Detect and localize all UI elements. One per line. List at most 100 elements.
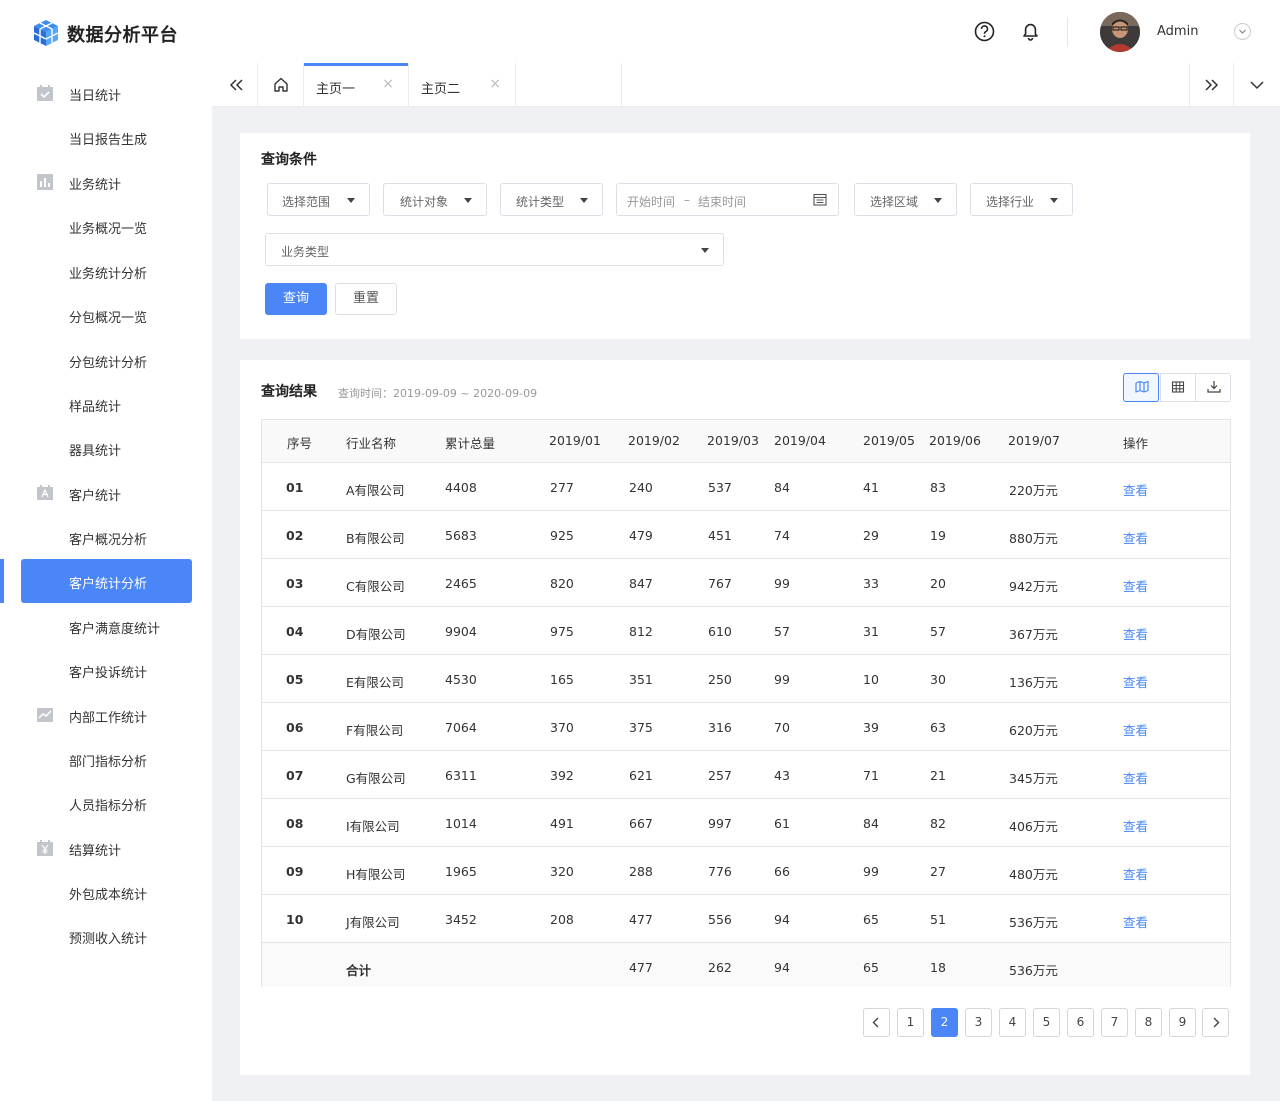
help-icon[interactable]	[974, 21, 995, 42]
sidebar-item-6[interactable]: 分包统计分析	[0, 338, 212, 382]
calendar-check-icon	[37, 85, 53, 101]
view-link[interactable]: 查看	[1123, 864, 1148, 883]
date-range-picker[interactable]: 开始时间 – 结束时间	[616, 183, 839, 216]
table-row: 02 B有限公司 5683 925 479 451 74 29 19 880万元 查看	[262, 511, 1230, 559]
page-button[interactable]: 7	[1101, 1008, 1128, 1037]
sidebar-item-11[interactable]: 客户统计分析	[0, 559, 212, 603]
sidebar-item-1[interactable]: 当日报告生成	[0, 115, 212, 159]
sidebar-group-14[interactable]: 内部工作统计	[0, 693, 212, 737]
table-cell: I有限公司	[346, 819, 400, 834]
start-date-placeholder[interactable]: 开始时间	[627, 193, 675, 210]
table-cell: 537	[708, 480, 732, 495]
target-select[interactable]: 统计对象	[383, 183, 487, 216]
tab-menu-button[interactable]	[1234, 63, 1280, 107]
table-cell: 70	[774, 720, 790, 735]
home-tab[interactable]	[258, 63, 304, 107]
sidebar-item-12[interactable]: 客户满意度统计	[0, 604, 212, 648]
industry-select[interactable]: 选择行业	[970, 183, 1073, 216]
collapse-right-button[interactable]	[1189, 63, 1234, 107]
table-cell: 74	[774, 528, 790, 543]
region-select[interactable]: 选择区域	[854, 183, 957, 216]
table-cell: 392	[550, 768, 574, 783]
table-cell: 06	[286, 720, 304, 735]
view-link[interactable]: 查看	[1123, 816, 1148, 835]
close-icon[interactable]: ×	[382, 76, 394, 92]
prev-page-button[interactable]	[863, 1008, 890, 1037]
view-link[interactable]: 查看	[1123, 912, 1148, 931]
page-button[interactable]: 3	[965, 1008, 992, 1037]
sidebar: 当日统计 当日报告生成 业务统计 业务概况一览 业务统计分析 分包概况一览 分包统计分析 样品…	[0, 63, 212, 1101]
sidebar-item-label: 客户概况分析	[69, 533, 148, 548]
view-link[interactable]: 查看	[1123, 528, 1148, 547]
username[interactable]: Admin	[1157, 24, 1198, 39]
sidebar-item-19[interactable]: 预测收入统计	[0, 914, 212, 958]
sidebar-item-7[interactable]: 样品统计	[0, 382, 212, 426]
sidebar-item-15[interactable]: 部门指标分析	[0, 737, 212, 781]
sidebar-group-17[interactable]: 结算统计	[0, 826, 212, 870]
table-cell: 480万元	[1009, 867, 1058, 882]
view-link[interactable]: 查看	[1123, 480, 1148, 499]
sidebar-item-5[interactable]: 分包概况一览	[0, 293, 212, 337]
table-cell: 316	[708, 720, 732, 735]
download-button[interactable]	[1196, 374, 1232, 401]
table-cell: 536万元	[1009, 915, 1058, 930]
sidebar-item-label: 外包成本统计	[69, 888, 148, 903]
page-button[interactable]: 4	[999, 1008, 1026, 1037]
sidebar-item-4[interactable]: 业务统计分析	[0, 249, 212, 293]
close-icon[interactable]: ×	[489, 76, 501, 92]
stat-type-select[interactable]: 统计类型	[500, 183, 603, 216]
sidebar-item-10[interactable]: 客户概况分析	[0, 515, 212, 559]
table-cell: 345万元	[1009, 771, 1058, 786]
query-panel: 查询条件 选择范围 统计对象 统计类型 开始时间 – 结束时间 选择区域 选择行…	[240, 133, 1250, 339]
view-link[interactable]: 查看	[1123, 720, 1148, 739]
chevron-down-icon	[1250, 81, 1264, 90]
sidebar-item-18[interactable]: 外包成本统计	[0, 870, 212, 914]
result-table: 序号 行业名称 累计总量 2019/01 2019/02 2019/03 2019/04 20…	[261, 419, 1231, 987]
page-button[interactable]: 9	[1169, 1008, 1196, 1037]
avatar[interactable]	[1100, 12, 1140, 52]
table-view-button[interactable]	[1160, 374, 1196, 401]
view-link[interactable]: 查看	[1123, 624, 1148, 643]
map-view-button[interactable]	[1123, 373, 1159, 402]
table-row: 03 C有限公司 2465 820 847 767 99 33 20 942万元 查看	[262, 559, 1230, 607]
page-button[interactable]: 1	[897, 1008, 924, 1037]
end-date-placeholder[interactable]: 结束时间	[698, 193, 746, 210]
table-cell: 812	[629, 624, 653, 639]
tab-home-1[interactable]: 主页一 ×	[304, 63, 409, 107]
table-row: 09 H有限公司 1965 320 288 776 66 99 27 480万元 查看	[262, 847, 1230, 895]
sidebar-item-label: 器具统计	[69, 444, 122, 459]
view-link[interactable]: 查看	[1123, 672, 1148, 691]
page-button[interactable]: 8	[1135, 1008, 1162, 1037]
total-cell: 262	[708, 960, 732, 975]
reset-button[interactable]: 重置	[335, 283, 397, 315]
next-page-button[interactable]	[1202, 1008, 1229, 1037]
sidebar-item-3[interactable]: 业务概况一览	[0, 204, 212, 248]
table-cell: C有限公司	[346, 579, 405, 594]
page-button[interactable]: 6	[1067, 1008, 1094, 1037]
table-cell: 21	[930, 768, 946, 783]
collapse-left-button[interactable]	[212, 63, 258, 107]
search-button[interactable]: 查询	[265, 283, 327, 315]
user-menu-chevron-icon[interactable]	[1234, 23, 1251, 40]
sidebar-item-13[interactable]: 客户投诉统计	[0, 648, 212, 692]
bell-icon[interactable]	[1020, 21, 1041, 42]
sidebar-group-9[interactable]: 客户统计	[0, 471, 212, 515]
sidebar-item-16[interactable]: 人员指标分析	[0, 781, 212, 825]
sidebar-group-2[interactable]: 业务统计	[0, 160, 212, 204]
chevron-right-icon	[1213, 1017, 1220, 1028]
sidebar-group-0[interactable]: 当日统计	[0, 71, 212, 115]
column-header: 2019/06	[929, 433, 981, 448]
column-header: 2019/02	[628, 433, 680, 448]
sidebar-item-8[interactable]: 器具统计	[0, 426, 212, 470]
table-cell: 257	[708, 768, 732, 783]
view-link[interactable]: 查看	[1123, 576, 1148, 595]
scope-select[interactable]: 选择范围	[267, 183, 370, 216]
business-type-select[interactable]: 业务类型	[265, 233, 724, 266]
tab-home-2[interactable]: 主页二 ×	[409, 63, 516, 107]
page-button[interactable]: 5	[1033, 1008, 1060, 1037]
total-cell: 94	[774, 960, 790, 975]
view-link[interactable]: 查看	[1123, 768, 1148, 787]
table-cell: 51	[930, 912, 946, 927]
page-button[interactable]: 2	[931, 1008, 958, 1037]
table-cell: 667	[629, 816, 653, 831]
